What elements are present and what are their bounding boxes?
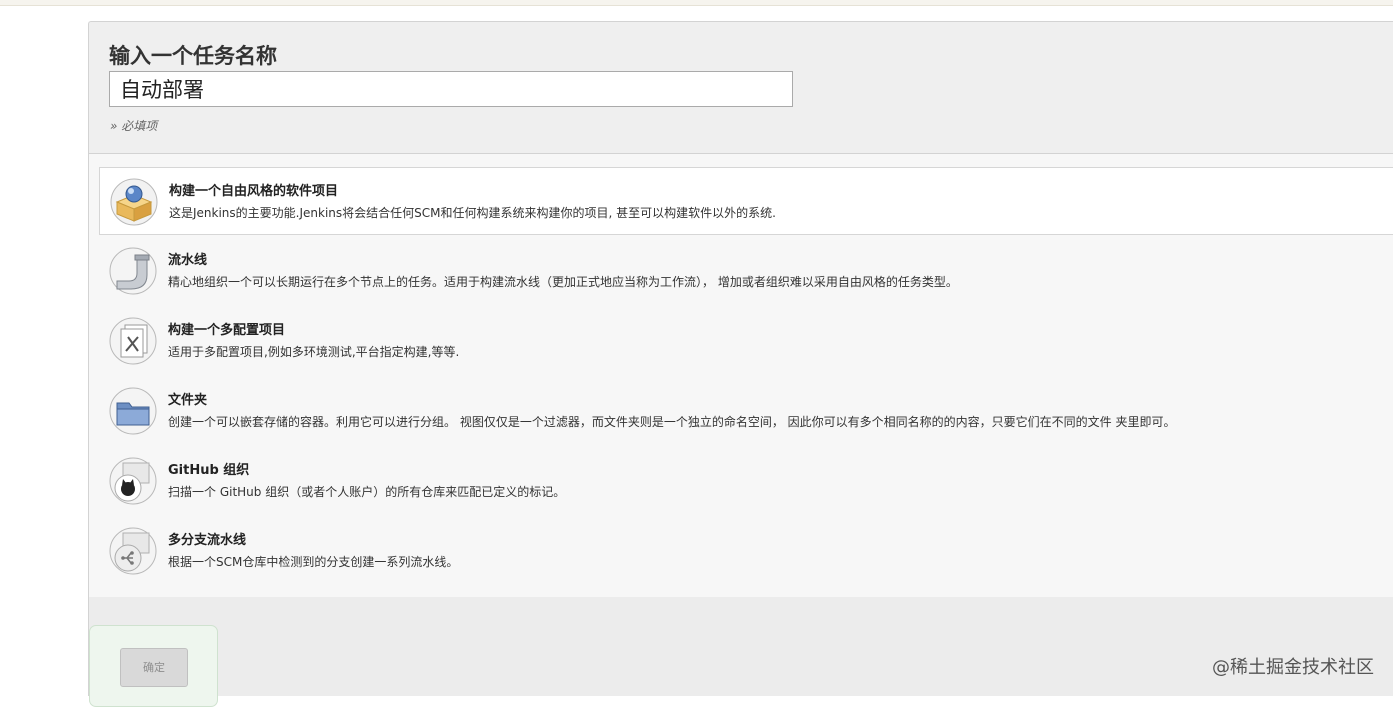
bottom-bar — [88, 597, 1393, 696]
freestyle-box-icon — [110, 178, 158, 226]
required-hint: » 必填项 — [110, 119, 158, 133]
job-type-description: 创建一个可以嵌套存储的容器。利用它可以进行分组。 视图仅仅是一个过滤器，而文件夹… — [168, 415, 1176, 429]
job-type-description: 根据一个SCM仓库中检测到的分支创建一系列流水线。 — [168, 555, 459, 569]
job-type-title: 构建一个自由风格的软件项目 — [169, 184, 339, 199]
top-border — [0, 0, 1393, 6]
job-type-title: 多分支流水线 — [168, 533, 247, 548]
job-type-title: 流水线 — [168, 253, 208, 268]
ok-button-container: 确定 — [89, 625, 218, 707]
job-type-description: 扫描一个 GitHub 组织（或者个人账户）的所有仓库来匹配已定义的标记。 — [168, 485, 566, 499]
job-type-description: 适用于多配置项目,例如多环境测试,平台指定构建,等等. — [168, 345, 460, 359]
job-type-description: 这是Jenkins的主要功能.Jenkins将会结合任何SCM和任何构建系统来构… — [169, 206, 776, 220]
multi-config-icon — [109, 317, 157, 365]
job-type-list: 构建一个自由风格的软件项目 这是Jenkins的主要功能.Jenkins将会结合… — [88, 153, 1393, 598]
job-type-description: 精心地组织一个可以长期运行在多个节点上的任务。适用于构建流水线（更加正式地应当称… — [168, 275, 958, 289]
watermark: @稀土掘金技术社区 — [1212, 657, 1374, 678]
folder-icon — [109, 387, 157, 435]
item-name-label: 输入一个任务名称 — [109, 44, 277, 68]
job-type-title: 构建一个多配置项目 — [168, 323, 286, 338]
ok-button[interactable]: 确定 — [120, 648, 188, 687]
job-type-multibranch[interactable]: 多分支流水线 根据一个SCM仓库中检测到的分支创建一系列流水线。 — [99, 517, 1393, 585]
job-type-title: GitHub 组织 — [168, 463, 250, 478]
job-type-folder[interactable]: 文件夹 创建一个可以嵌套存储的容器。利用它可以进行分组。 视图仅仅是一个过滤器，… — [99, 377, 1393, 445]
job-type-multi-config[interactable]: 构建一个多配置项目 适用于多配置项目,例如多环境测试,平台指定构建,等等. — [99, 307, 1393, 375]
item-name-input[interactable] — [109, 71, 793, 107]
job-type-title: 文件夹 — [168, 393, 208, 408]
job-type-pipeline[interactable]: 流水线 精心地组织一个可以长期运行在多个节点上的任务。适用于构建流水线（更加正式… — [99, 237, 1393, 305]
pipeline-icon — [109, 247, 157, 295]
github-org-icon — [109, 457, 157, 505]
item-name-section: 输入一个任务名称 » 必填项 — [88, 21, 1393, 154]
multibranch-icon — [109, 527, 157, 575]
job-type-github-org[interactable]: GitHub 组织 扫描一个 GitHub 组织（或者个人账户）的所有仓库来匹配… — [99, 447, 1393, 515]
job-type-freestyle[interactable]: 构建一个自由风格的软件项目 这是Jenkins的主要功能.Jenkins将会结合… — [99, 167, 1393, 235]
